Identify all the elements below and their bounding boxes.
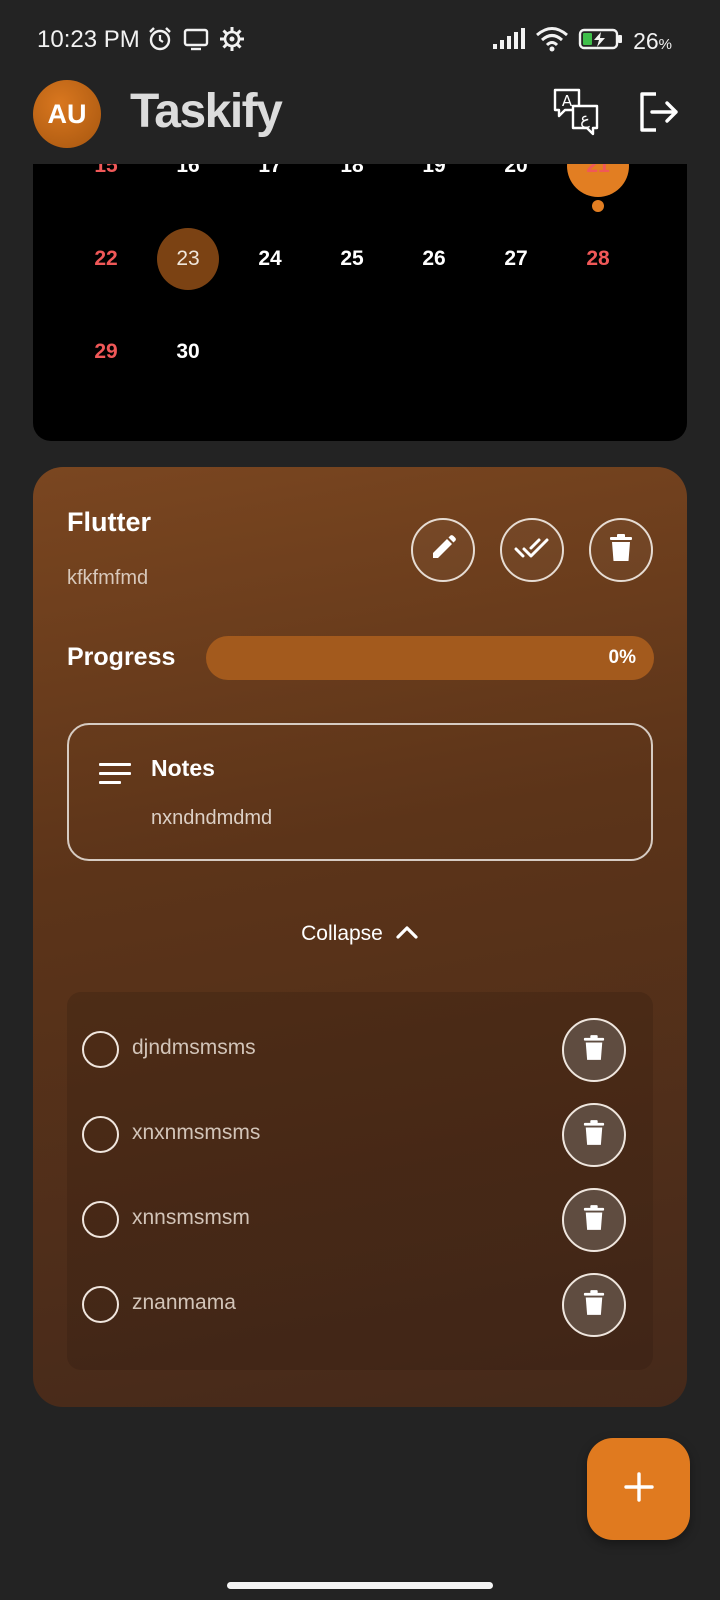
avatar[interactable]: AU [33, 80, 101, 148]
svg-text:ع: ع [580, 109, 590, 129]
calendar-day-22[interactable]: 22 [75, 228, 137, 290]
progress-label: Progress [67, 643, 176, 671]
battery-percent: 26% [633, 27, 672, 54]
logout-icon [636, 89, 682, 140]
subtask-checkbox[interactable] [82, 1201, 119, 1238]
logout-button[interactable] [631, 86, 687, 142]
plus-icon [623, 1471, 654, 1507]
battery-charging-icon [578, 27, 624, 56]
alarm-icon [147, 26, 173, 57]
notes-box: Notes nxndndmdmd [67, 723, 653, 861]
notes-title: Notes [151, 755, 215, 781]
task-description: kfkfmfmd [67, 567, 149, 589]
delete-subtask-button[interactable] [562, 1103, 626, 1167]
delete-icon [583, 1289, 605, 1321]
mark-all-done-icon [514, 533, 550, 568]
delete-subtask-button[interactable] [562, 1188, 626, 1252]
status-bar: 10:23 PM 26% [0, 0, 720, 80]
translate-button[interactable]: A ع [549, 86, 605, 142]
collapse-button[interactable]: Collapse [33, 922, 687, 946]
notes-text: nxndndmdmd [151, 807, 273, 829]
subtask-label: xnnsmsmsm [132, 1206, 250, 1229]
home-indicator[interactable] [227, 1582, 493, 1589]
subtask-label: znanmama [132, 1291, 236, 1314]
subtask-checkbox[interactable] [82, 1116, 119, 1153]
calendar-day-25[interactable]: 25 [321, 228, 383, 290]
subtask-checkbox[interactable] [82, 1031, 119, 1068]
subtask-row: znanmama [67, 1269, 653, 1339]
calendar-day-29[interactable]: 29 [75, 321, 137, 383]
delete-icon [609, 533, 633, 567]
progress-value: 0% [608, 647, 636, 668]
edit-task-button[interactable] [411, 518, 475, 582]
delete-icon [583, 1119, 605, 1151]
collapse-label: Collapse [301, 922, 383, 945]
status-time: 10:23 PM [37, 26, 140, 53]
subtask-row: xnnsmsmsm [67, 1184, 653, 1254]
settings-gear-icon [219, 26, 245, 57]
subtask-label: djndmsmsms [132, 1036, 256, 1059]
svg-text:A: A [562, 92, 573, 110]
subtask-label: xnxnmsmsms [132, 1121, 261, 1144]
signal-icon [492, 27, 526, 56]
translate-icon: A ع [551, 86, 603, 143]
add-task-button[interactable] [587, 1438, 690, 1540]
chevron-up-icon [395, 922, 419, 946]
screen-cast-icon [183, 27, 209, 56]
calendar-day-28[interactable]: 28 [567, 228, 629, 290]
delete-task-button[interactable] [589, 518, 653, 582]
delete-subtask-button[interactable] [562, 1273, 626, 1337]
subtask-row: xnxnmsmsms [67, 1099, 653, 1169]
delete-icon [583, 1204, 605, 1236]
mark-all-done-button[interactable] [500, 518, 564, 582]
calendar-day-30[interactable]: 30 [157, 321, 219, 383]
subtask-checkbox[interactable] [82, 1286, 119, 1323]
task-title: Flutter [67, 507, 151, 537]
subtask-row: djndmsmsms [67, 1014, 653, 1084]
calendar-day-24[interactable]: 24 [239, 228, 301, 290]
app-title: Taskify [130, 85, 283, 138]
subtask-list: djndmsmsms xnxnmsmsms xnnsmsmsm znanmama [67, 992, 653, 1370]
calendar-day-23[interactable]: 23 [157, 228, 219, 290]
progress-bar: 0% [206, 636, 654, 680]
notes-icon [99, 763, 133, 790]
delete-icon [583, 1034, 605, 1066]
calendar-day-26[interactable]: 26 [403, 228, 465, 290]
edit-icon [428, 533, 458, 568]
calendar-day-27[interactable]: 27 [485, 228, 547, 290]
event-marker-dot [592, 200, 604, 212]
wifi-icon [535, 26, 569, 57]
app-header: AU Taskify A ع [0, 80, 720, 164]
task-card: Flutter kfkfmfmd Progress 0% Notes nxndn… [33, 467, 687, 1407]
delete-subtask-button[interactable] [562, 1018, 626, 1082]
